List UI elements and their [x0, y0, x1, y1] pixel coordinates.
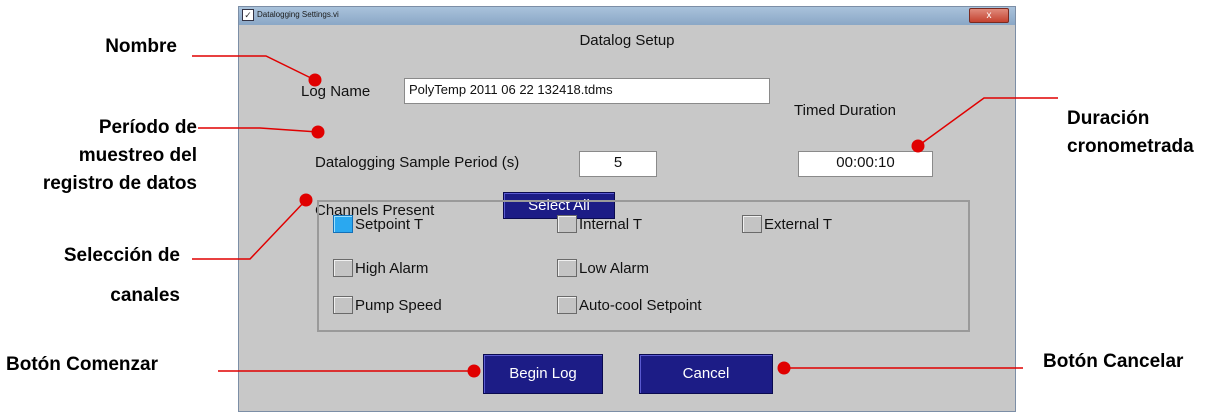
checkbox-icon[interactable]	[557, 215, 577, 233]
channel-label: High Alarm	[355, 259, 429, 277]
timed-duration-input[interactable]: 00:00:10	[798, 151, 933, 177]
sample-period-input[interactable]: 5	[579, 151, 657, 177]
log-name-label: Log Name	[301, 83, 371, 100]
channel-high-alarm[interactable]: High Alarm	[333, 259, 428, 277]
annotation-duracion: Duración cronometrada	[1067, 105, 1194, 161]
annotation-periodo-line2: muestreo del	[78, 145, 197, 166]
annotation-seleccion-line1: Selección de	[63, 245, 180, 266]
close-button[interactable]: x	[969, 8, 1009, 23]
annotation-nombre: Nombre	[105, 36, 177, 57]
channel-low-alarm[interactable]: Low Alarm	[557, 259, 649, 277]
annotation-seleccion: Selección de canales	[64, 236, 180, 316]
channel-label: Auto-cool Setpoint	[579, 296, 702, 314]
annotation-comenzar: Botón Comenzar	[6, 354, 158, 375]
log-name-input[interactable]: PolyTemp 2011 06 22 132418.tdms	[404, 78, 770, 104]
checkbox-icon[interactable]	[333, 296, 353, 314]
datalog-settings-window: ✓ Datalogging Settings.vi x Datalog Setu…	[238, 6, 1016, 412]
begin-log-button[interactable]: Begin Log	[483, 354, 603, 394]
channel-internal-t[interactable]: Internal T	[557, 215, 642, 233]
window-titlebar: ✓ Datalogging Settings.vi x	[239, 7, 1015, 25]
annotation-periodo-line3: registro de datos	[42, 173, 197, 194]
annotation-periodo-line1: Período de	[98, 117, 197, 138]
panel-title: Datalog Setup	[579, 32, 675, 49]
checkbox-icon[interactable]	[333, 259, 353, 277]
cancel-button[interactable]: Cancel	[639, 354, 773, 394]
channel-auto-cool-setpoint[interactable]: Auto-cool Setpoint	[557, 296, 702, 314]
annotation-duracion-line2: cronometrada	[1067, 136, 1194, 157]
channel-pump-speed[interactable]: Pump Speed	[333, 296, 442, 314]
channel-setpoint-t[interactable]: Setpoint T	[333, 215, 423, 233]
sample-period-label: Datalogging Sample Period (s)	[315, 154, 520, 171]
channel-label: Internal T	[579, 215, 643, 233]
timed-duration-label: Timed Duration	[794, 102, 896, 119]
channel-label: Pump Speed	[355, 296, 442, 314]
channel-label: External T	[764, 215, 833, 233]
labview-app-icon: ✓	[242, 9, 254, 21]
channel-label: Setpoint T	[355, 215, 424, 233]
channel-label: Low Alarm	[579, 259, 650, 277]
checkbox-icon[interactable]	[557, 296, 577, 314]
annotation-seleccion-line2: canales	[110, 285, 180, 306]
window-title: Datalogging Settings.vi	[257, 10, 339, 19]
annotation-cancelar: Botón Cancelar	[1043, 351, 1184, 372]
checkbox-checked-icon[interactable]	[333, 215, 353, 233]
annotation-duracion-line1: Duración	[1067, 108, 1150, 129]
channel-external-t[interactable]: External T	[742, 215, 832, 233]
annotation-periodo: Período de muestreo del registro de dato…	[43, 114, 197, 198]
checkbox-icon[interactable]	[557, 259, 577, 277]
checkbox-icon[interactable]	[742, 215, 762, 233]
